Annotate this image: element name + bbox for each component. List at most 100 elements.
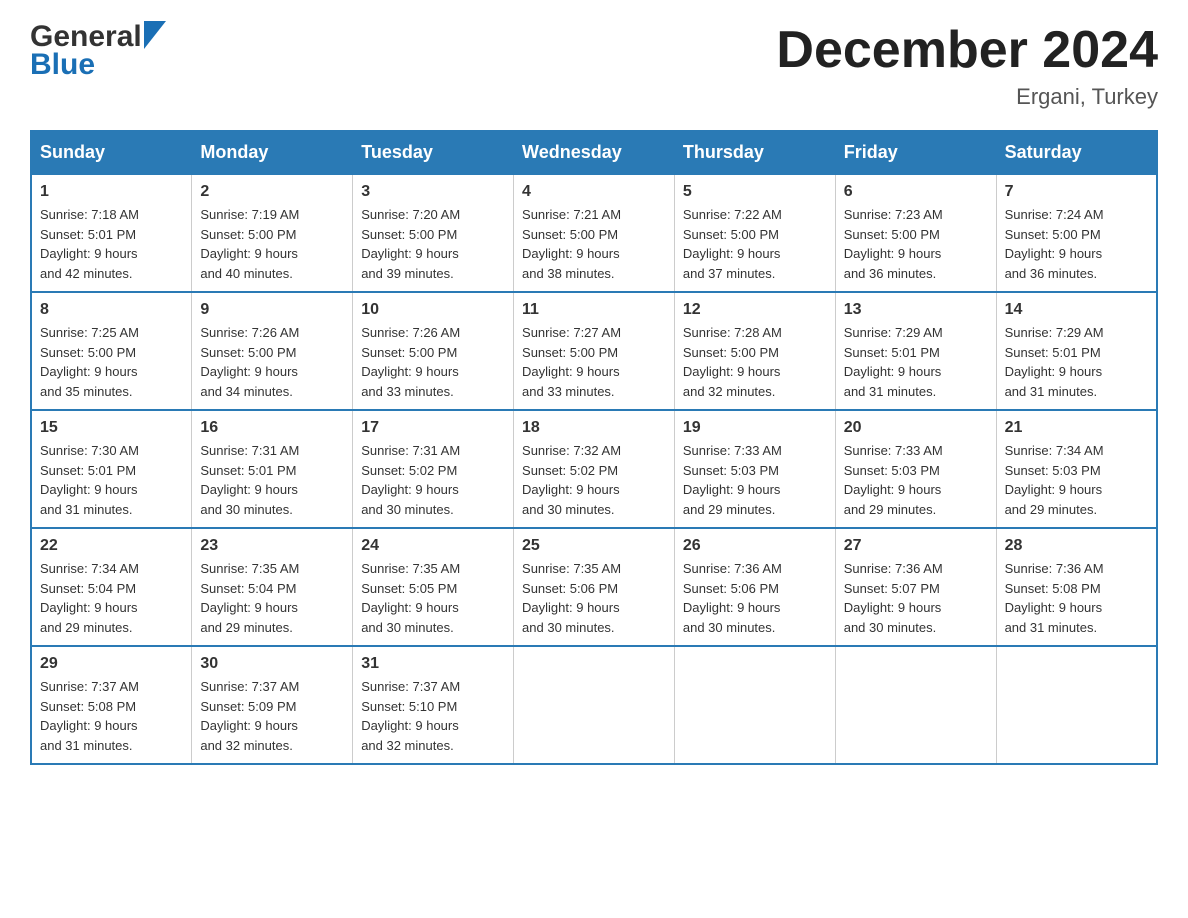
logo: General Blue (30, 20, 166, 82)
day-info: Sunrise: 7:35 AM Sunset: 5:06 PM Dayligh… (522, 559, 666, 637)
calendar-cell: 26 Sunrise: 7:36 AM Sunset: 5:06 PM Dayl… (674, 528, 835, 646)
calendar-cell (835, 646, 996, 764)
day-number: 4 (522, 183, 666, 201)
header-thursday: Thursday (674, 131, 835, 174)
calendar-cell: 28 Sunrise: 7:36 AM Sunset: 5:08 PM Dayl… (996, 528, 1157, 646)
week-row-1: 1 Sunrise: 7:18 AM Sunset: 5:01 PM Dayli… (31, 174, 1157, 292)
day-number: 21 (1005, 419, 1148, 437)
day-number: 16 (200, 419, 344, 437)
day-info: Sunrise: 7:23 AM Sunset: 5:00 PM Dayligh… (844, 205, 988, 283)
day-number: 1 (40, 183, 183, 201)
calendar-cell: 3 Sunrise: 7:20 AM Sunset: 5:00 PM Dayli… (353, 174, 514, 292)
day-info: Sunrise: 7:24 AM Sunset: 5:00 PM Dayligh… (1005, 205, 1148, 283)
day-number: 12 (683, 301, 827, 319)
calendar-cell (996, 646, 1157, 764)
calendar-cell: 19 Sunrise: 7:33 AM Sunset: 5:03 PM Dayl… (674, 410, 835, 528)
calendar-cell: 30 Sunrise: 7:37 AM Sunset: 5:09 PM Dayl… (192, 646, 353, 764)
day-info: Sunrise: 7:28 AM Sunset: 5:00 PM Dayligh… (683, 323, 827, 401)
calendar-cell: 8 Sunrise: 7:25 AM Sunset: 5:00 PM Dayli… (31, 292, 192, 410)
calendar-cell: 31 Sunrise: 7:37 AM Sunset: 5:10 PM Dayl… (353, 646, 514, 764)
location: Ergani, Turkey (776, 84, 1158, 110)
day-number: 18 (522, 419, 666, 437)
calendar-cell: 21 Sunrise: 7:34 AM Sunset: 5:03 PM Dayl… (996, 410, 1157, 528)
calendar-cell: 13 Sunrise: 7:29 AM Sunset: 5:01 PM Dayl… (835, 292, 996, 410)
day-number: 7 (1005, 183, 1148, 201)
calendar-cell: 27 Sunrise: 7:36 AM Sunset: 5:07 PM Dayl… (835, 528, 996, 646)
header-monday: Monday (192, 131, 353, 174)
header-wednesday: Wednesday (514, 131, 675, 174)
day-info: Sunrise: 7:21 AM Sunset: 5:00 PM Dayligh… (522, 205, 666, 283)
calendar-table: Sunday Monday Tuesday Wednesday Thursday… (30, 130, 1158, 765)
calendar-cell: 20 Sunrise: 7:33 AM Sunset: 5:03 PM Dayl… (835, 410, 996, 528)
header-tuesday: Tuesday (353, 131, 514, 174)
day-info: Sunrise: 7:29 AM Sunset: 5:01 PM Dayligh… (1005, 323, 1148, 401)
day-number: 30 (200, 655, 344, 673)
day-info: Sunrise: 7:19 AM Sunset: 5:00 PM Dayligh… (200, 205, 344, 283)
day-info: Sunrise: 7:31 AM Sunset: 5:02 PM Dayligh… (361, 441, 505, 519)
calendar-cell: 14 Sunrise: 7:29 AM Sunset: 5:01 PM Dayl… (996, 292, 1157, 410)
calendar-header-row: Sunday Monday Tuesday Wednesday Thursday… (31, 131, 1157, 174)
day-number: 8 (40, 301, 183, 319)
title-section: December 2024 Ergani, Turkey (776, 20, 1158, 110)
calendar-cell: 2 Sunrise: 7:19 AM Sunset: 5:00 PM Dayli… (192, 174, 353, 292)
day-number: 25 (522, 537, 666, 555)
logo-blue-text: Blue (30, 48, 166, 82)
header-sunday: Sunday (31, 131, 192, 174)
week-row-2: 8 Sunrise: 7:25 AM Sunset: 5:00 PM Dayli… (31, 292, 1157, 410)
calendar-cell: 16 Sunrise: 7:31 AM Sunset: 5:01 PM Dayl… (192, 410, 353, 528)
day-number: 2 (200, 183, 344, 201)
calendar-cell: 10 Sunrise: 7:26 AM Sunset: 5:00 PM Dayl… (353, 292, 514, 410)
calendar-cell: 25 Sunrise: 7:35 AM Sunset: 5:06 PM Dayl… (514, 528, 675, 646)
day-info: Sunrise: 7:34 AM Sunset: 5:03 PM Dayligh… (1005, 441, 1148, 519)
calendar-cell: 15 Sunrise: 7:30 AM Sunset: 5:01 PM Dayl… (31, 410, 192, 528)
day-number: 29 (40, 655, 183, 673)
calendar-cell: 17 Sunrise: 7:31 AM Sunset: 5:02 PM Dayl… (353, 410, 514, 528)
day-number: 28 (1005, 537, 1148, 555)
day-info: Sunrise: 7:32 AM Sunset: 5:02 PM Dayligh… (522, 441, 666, 519)
day-info: Sunrise: 7:33 AM Sunset: 5:03 PM Dayligh… (683, 441, 827, 519)
calendar-cell: 23 Sunrise: 7:35 AM Sunset: 5:04 PM Dayl… (192, 528, 353, 646)
day-number: 17 (361, 419, 505, 437)
calendar-cell: 22 Sunrise: 7:34 AM Sunset: 5:04 PM Dayl… (31, 528, 192, 646)
day-number: 22 (40, 537, 183, 555)
calendar-cell: 11 Sunrise: 7:27 AM Sunset: 5:00 PM Dayl… (514, 292, 675, 410)
day-info: Sunrise: 7:34 AM Sunset: 5:04 PM Dayligh… (40, 559, 183, 637)
calendar-cell: 1 Sunrise: 7:18 AM Sunset: 5:01 PM Dayli… (31, 174, 192, 292)
month-title: December 2024 (776, 20, 1158, 80)
day-number: 24 (361, 537, 505, 555)
week-row-5: 29 Sunrise: 7:37 AM Sunset: 5:08 PM Dayl… (31, 646, 1157, 764)
calendar-cell: 7 Sunrise: 7:24 AM Sunset: 5:00 PM Dayli… (996, 174, 1157, 292)
day-number: 11 (522, 301, 666, 319)
calendar-cell: 18 Sunrise: 7:32 AM Sunset: 5:02 PM Dayl… (514, 410, 675, 528)
day-number: 13 (844, 301, 988, 319)
day-info: Sunrise: 7:37 AM Sunset: 5:08 PM Dayligh… (40, 677, 183, 755)
day-info: Sunrise: 7:36 AM Sunset: 5:08 PM Dayligh… (1005, 559, 1148, 637)
day-info: Sunrise: 7:31 AM Sunset: 5:01 PM Dayligh… (200, 441, 344, 519)
day-info: Sunrise: 7:37 AM Sunset: 5:09 PM Dayligh… (200, 677, 344, 755)
day-number: 26 (683, 537, 827, 555)
calendar-cell: 24 Sunrise: 7:35 AM Sunset: 5:05 PM Dayl… (353, 528, 514, 646)
day-info: Sunrise: 7:20 AM Sunset: 5:00 PM Dayligh… (361, 205, 505, 283)
calendar-cell: 5 Sunrise: 7:22 AM Sunset: 5:00 PM Dayli… (674, 174, 835, 292)
day-number: 23 (200, 537, 344, 555)
day-info: Sunrise: 7:35 AM Sunset: 5:04 PM Dayligh… (200, 559, 344, 637)
day-info: Sunrise: 7:26 AM Sunset: 5:00 PM Dayligh… (200, 323, 344, 401)
day-info: Sunrise: 7:18 AM Sunset: 5:01 PM Dayligh… (40, 205, 183, 283)
calendar-cell (674, 646, 835, 764)
week-row-3: 15 Sunrise: 7:30 AM Sunset: 5:01 PM Dayl… (31, 410, 1157, 528)
calendar-cell: 9 Sunrise: 7:26 AM Sunset: 5:00 PM Dayli… (192, 292, 353, 410)
day-number: 9 (200, 301, 344, 319)
day-info: Sunrise: 7:36 AM Sunset: 5:07 PM Dayligh… (844, 559, 988, 637)
calendar-cell: 6 Sunrise: 7:23 AM Sunset: 5:00 PM Dayli… (835, 174, 996, 292)
day-info: Sunrise: 7:27 AM Sunset: 5:00 PM Dayligh… (522, 323, 666, 401)
day-number: 19 (683, 419, 827, 437)
header-saturday: Saturday (996, 131, 1157, 174)
day-info: Sunrise: 7:35 AM Sunset: 5:05 PM Dayligh… (361, 559, 505, 637)
day-info: Sunrise: 7:25 AM Sunset: 5:00 PM Dayligh… (40, 323, 183, 401)
day-number: 31 (361, 655, 505, 673)
day-number: 14 (1005, 301, 1148, 319)
day-info: Sunrise: 7:29 AM Sunset: 5:01 PM Dayligh… (844, 323, 988, 401)
day-number: 20 (844, 419, 988, 437)
day-number: 3 (361, 183, 505, 201)
week-row-4: 22 Sunrise: 7:34 AM Sunset: 5:04 PM Dayl… (31, 528, 1157, 646)
